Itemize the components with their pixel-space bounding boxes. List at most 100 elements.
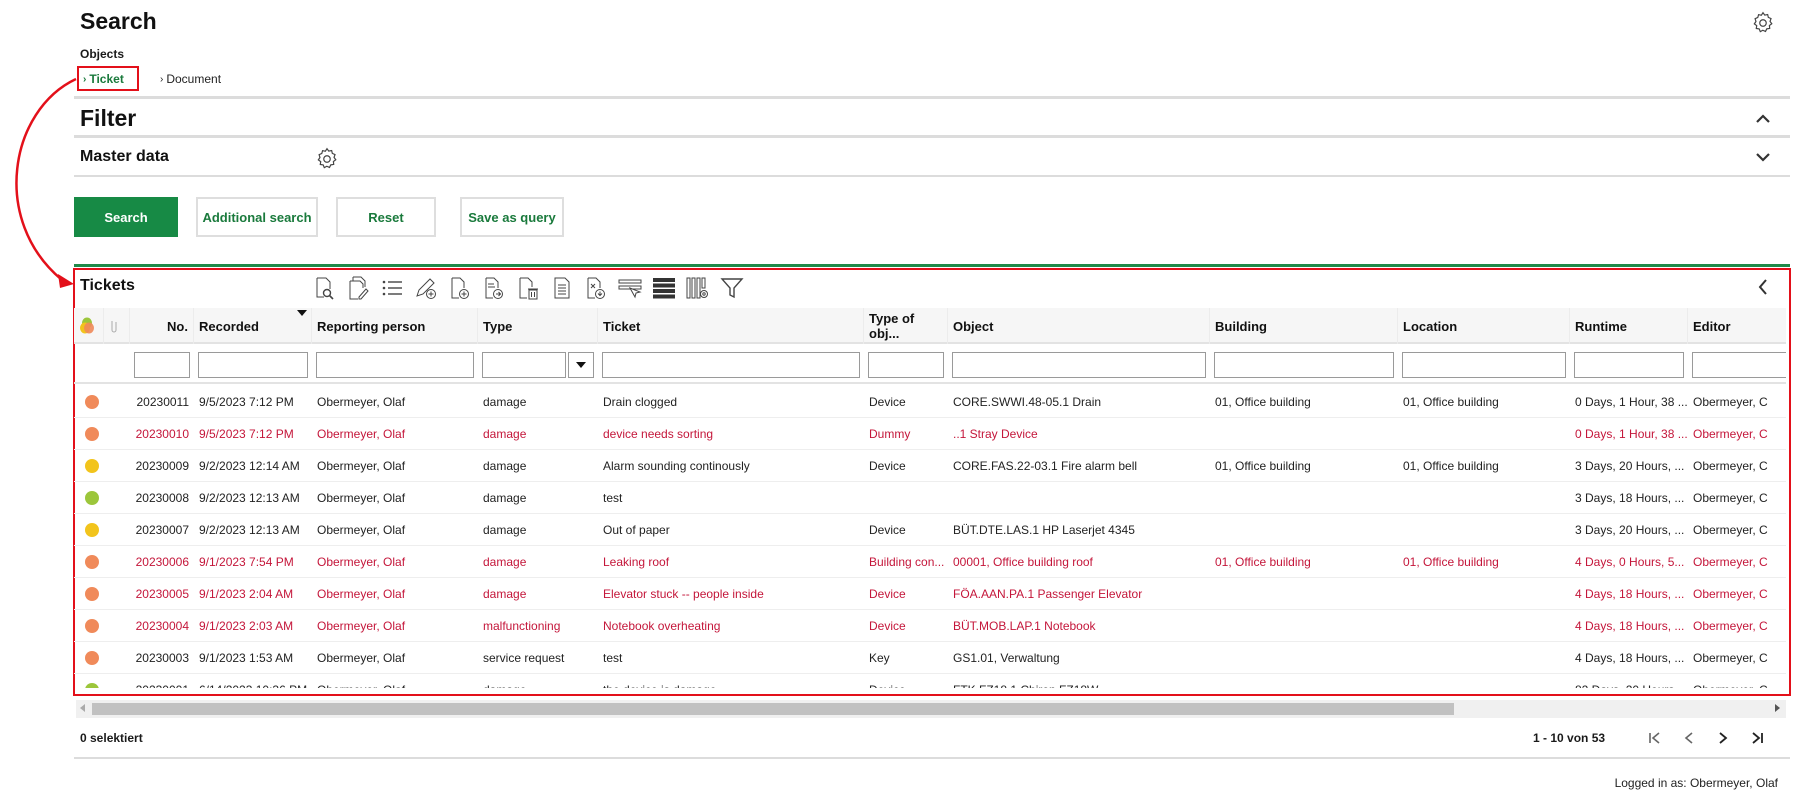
search-button[interactable]: Search [74,197,178,237]
cell-recorded: 9/5/2023 7:12 PM [199,427,294,441]
column-header-attachment[interactable] [104,308,130,344]
column-header-label: Runtime [1575,318,1627,334]
filter-input-recorded[interactable] [198,352,308,378]
cell-reporting-person: Obermeyer, Olaf [317,651,406,665]
column-header-editor[interactable]: Editor [1688,308,1786,344]
table-row[interactable]: 20230007 9/2/2023 12:13 AM Obermeyer, Olaf… [74,514,1786,546]
row-select-icon[interactable] [616,274,644,302]
cell-no: 20230008 [135,491,189,505]
logged-in-user: Logged in as: Obermeyer, Olaf [1614,776,1778,790]
table-row[interactable]: 20230004 9/1/2023 2:03 AM Obermeyer, Olaf m… [74,610,1786,642]
table-row[interactable]: 20230006 9/1/2023 7:54 PM Obermeyer, Olaf d… [74,546,1786,578]
cell-type: damage [483,427,527,441]
filter-input-object[interactable] [952,352,1206,378]
page-title: Search [80,8,157,34]
cell-no: 20230004 [135,619,189,633]
cell-type-of-object: Device [869,459,906,473]
object-link-document[interactable]: › Document [160,72,221,86]
filter-input-reporting-person[interactable] [316,352,474,378]
cell-ticket: Out of paper [603,523,670,537]
column-header-status[interactable] [74,308,104,344]
reset-button[interactable]: Reset [336,197,436,237]
pencil-add-icon[interactable] [412,274,440,302]
table-row[interactable]: 20230011 9/5/2023 7:12 PM Obermeyer, Olaf d… [74,386,1786,418]
cell-type: damage [478,674,598,688]
divider [74,757,1790,759]
cell-location [1398,674,1570,688]
master-data-title[interactable]: Master data [80,148,169,166]
list-icon[interactable] [378,274,406,302]
cell-no: 20230001 [130,674,194,688]
table-row[interactable]: 20230005 9/1/2023 2:04 AM Obermeyer, Olaf d… [74,578,1786,610]
document-edit-icon[interactable] [344,274,372,302]
column-header-label: Object [953,318,994,334]
cell-type: damage [483,555,527,569]
column-header-label: Ticket [603,318,641,334]
filter-input-building[interactable] [1214,352,1394,378]
column-header-type[interactable]: Type [478,308,598,344]
cell-reporting-person: Obermeyer, Olaf [317,523,406,537]
gear-icon[interactable] [314,146,340,172]
column-header-building[interactable]: Building [1210,308,1398,344]
table-row[interactable]: 20230009 9/2/2023 12:14 AM Obermeyer, Olaf… [74,450,1786,482]
filter-dropdown-type[interactable] [568,352,594,378]
column-header-location[interactable]: Location [1398,308,1570,344]
column-header-object[interactable]: Object [948,308,1210,344]
table-row[interactable]: 20230008 9/2/2023 12:13 AM Obermeyer, Olaf… [74,482,1786,514]
document-export-icon[interactable] [582,274,610,302]
column-header-label: Type of obj... [869,311,915,341]
filter-input-no[interactable] [134,352,190,378]
filter-input-type-of-object[interactable] [868,352,944,378]
cell-recorded: 6/14/2023 10:36 PM [194,674,312,688]
gear-icon[interactable] [1750,10,1776,36]
first-page-button[interactable] [1644,727,1666,749]
column-header-ticket[interactable]: Ticket [598,308,864,344]
previous-page-button[interactable] [1678,727,1700,749]
cell-no: 20230010 [135,427,189,441]
save-as-query-button[interactable]: Save as query [460,197,564,237]
column-header-reporting-person[interactable]: Reporting person [312,308,478,344]
document-add-icon[interactable] [446,274,474,302]
column-header-label: Reporting person [317,318,426,334]
document-forward-icon[interactable] [480,274,508,302]
column-header-no[interactable]: No. [130,308,194,344]
document-search-icon[interactable] [310,274,338,302]
scroll-left-icon[interactable] [80,704,85,712]
document-delete-icon[interactable] [514,274,542,302]
filter-input-runtime[interactable] [1574,352,1684,378]
table-row[interactable]: 202300016/14/2023 10:36 PMObermeyer, Ola… [74,674,1786,688]
column-header-runtime[interactable]: Runtime [1570,308,1688,344]
column-header-label: Recorded [199,318,259,334]
cell-building [1210,578,1398,610]
scrollbar-thumb[interactable] [92,703,1454,715]
column-header-type-of-object[interactable]: Type of obj... [864,308,948,344]
cell-no: 20230003 [135,651,189,665]
filter-icon[interactable] [718,274,746,302]
additional-search-button[interactable]: Additional search [196,197,318,237]
cell-editor: Obermeyer, C [1693,555,1768,569]
chevron-up-icon[interactable] [1754,110,1772,128]
chevron-left-icon[interactable] [1754,276,1772,298]
table-row[interactable]: 20230003 9/1/2023 1:53 AM Obermeyer, Olaf s… [74,642,1786,674]
scroll-right-icon[interactable] [1775,704,1780,712]
next-page-button[interactable] [1712,727,1734,749]
column-header-label: Editor [1693,318,1731,334]
table-row[interactable]: 20230010 9/5/2023 7:12 PM Obermeyer, Olaf d… [74,418,1786,450]
filter-input-editor[interactable] [1692,352,1786,378]
cell-type-of-object: Device [864,674,948,688]
horizontal-scrollbar[interactable] [76,700,1786,718]
cell-building: 01, Office building [1215,395,1311,409]
document-text-icon[interactable] [548,274,576,302]
cell-object: FTK.FZ18.1 Chiron FZ18W [948,674,1210,688]
rows-icon[interactable] [650,274,678,302]
chevron-down-icon[interactable] [1754,148,1772,166]
filter-input-location[interactable] [1402,352,1566,378]
column-settings-icon[interactable] [684,274,712,302]
cell-recorded: 9/1/2023 2:04 AM [199,587,294,601]
cell-building: 01, Office building [1215,555,1311,569]
column-header-recorded[interactable]: Recorded [194,308,312,344]
filter-input-ticket[interactable] [602,352,860,378]
cell-ticket: Drain clogged [603,395,678,409]
last-page-button[interactable] [1746,727,1768,749]
filter-input-type[interactable] [482,352,566,378]
